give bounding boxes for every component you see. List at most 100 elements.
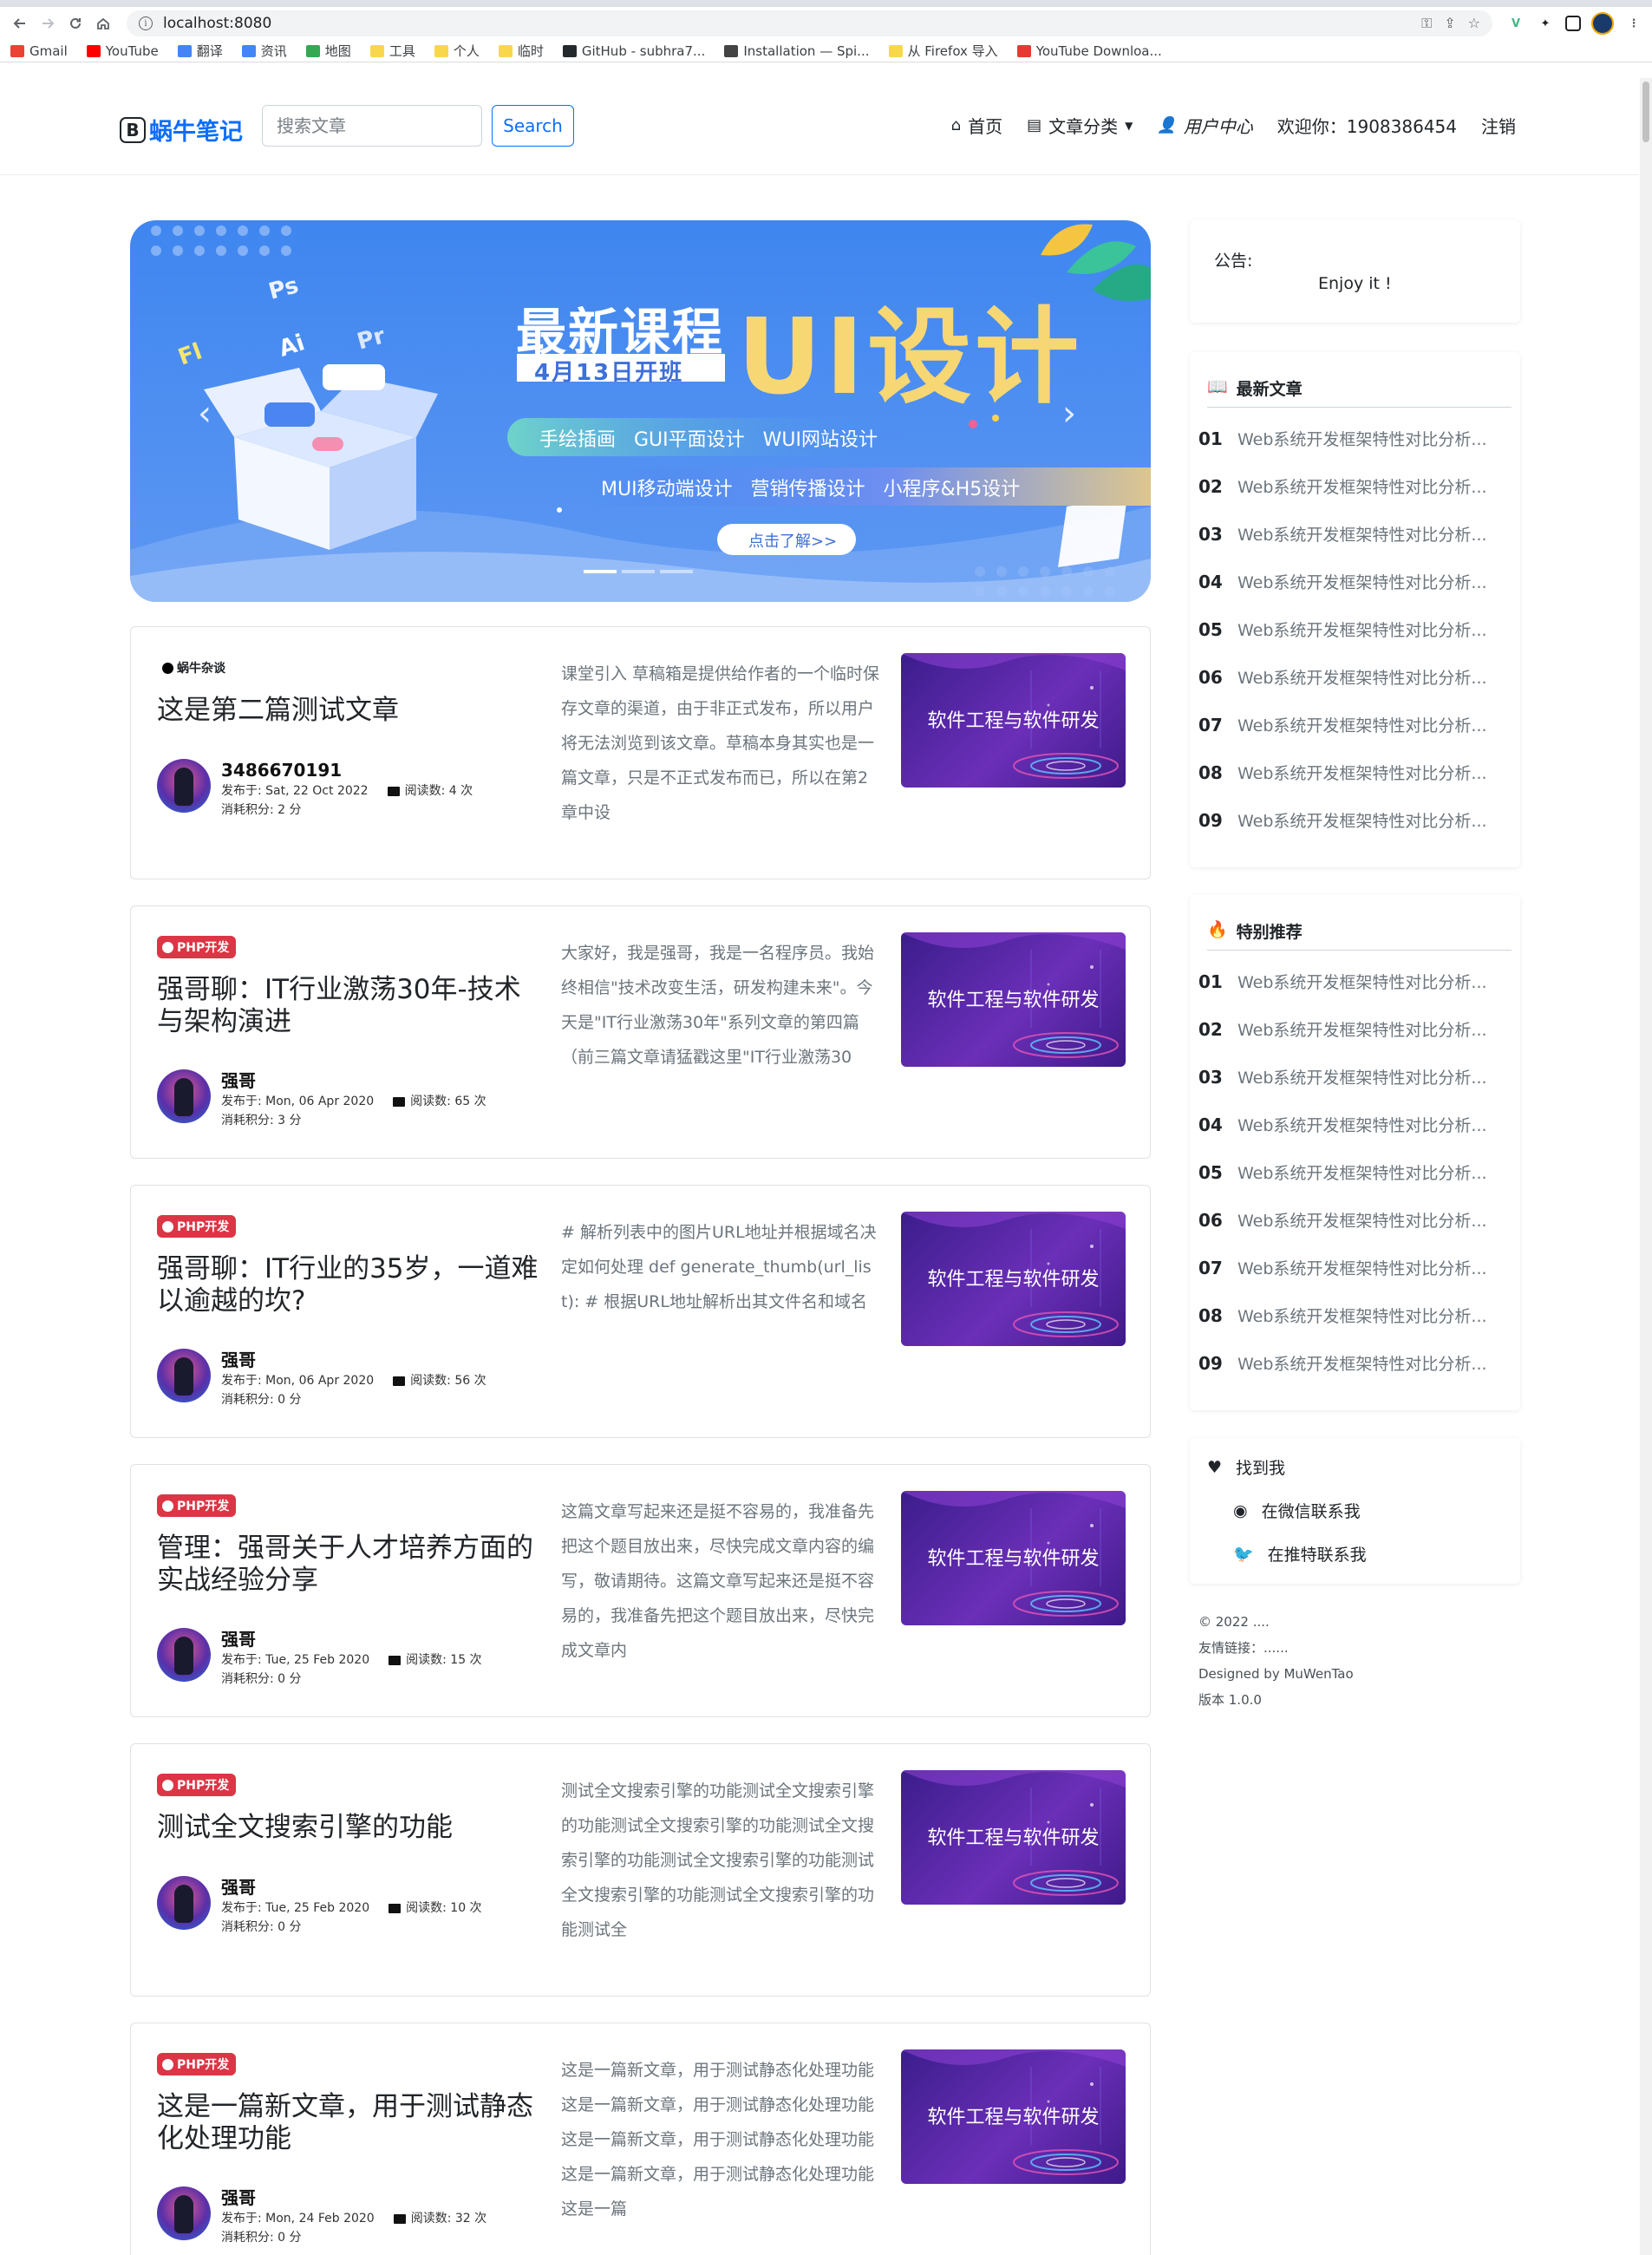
back-icon[interactable] bbox=[9, 12, 31, 35]
site-info-icon[interactable]: i bbox=[139, 16, 153, 30]
carousel-indicator[interactable] bbox=[622, 570, 655, 573]
book-icon bbox=[389, 1655, 402, 1665]
category-badge[interactable]: PHP开发 bbox=[157, 2053, 237, 2075]
bookmark-item[interactable]: 地图 bbox=[305, 42, 351, 60]
share-icon[interactable]: ⇪ bbox=[1444, 15, 1455, 32]
category-badge[interactable]: PHP开发 bbox=[157, 1494, 237, 1517]
bookmark-item[interactable]: 翻译 bbox=[177, 42, 223, 60]
category-badge[interactable]: 蜗牛杂谈 bbox=[157, 657, 232, 679]
bookmark-item[interactable]: YouTube Downloa... bbox=[1016, 43, 1162, 59]
house-icon: ⌂ bbox=[950, 116, 962, 134]
article-title[interactable]: 这是一篇新文章，用于测试静态化处理功能 bbox=[157, 2091, 547, 2155]
key-icon[interactable]: ⚿ bbox=[1421, 15, 1432, 32]
banner-date-ribbon: 4月13日开班 bbox=[534, 360, 684, 386]
article-card[interactable]: PHP开发 强哥聊：IT行业激荡30年-技术与架构演进 强哥 发布于: Mon,… bbox=[130, 905, 1151, 1159]
bookmark-item[interactable]: YouTube bbox=[86, 43, 159, 59]
footer-designed-by: Designed by MuWenTao bbox=[1198, 1666, 1354, 1682]
author-name: 强哥 bbox=[221, 1350, 256, 1370]
article-title[interactable]: 强哥聊：IT行业的35岁，一道难以逾越的坎? bbox=[157, 1253, 547, 1317]
search-input[interactable] bbox=[262, 105, 482, 147]
bookmark-item[interactable]: Gmail bbox=[10, 43, 68, 59]
address-bar[interactable]: i localhost:8080 ⚿ ⇪ ☆ bbox=[127, 10, 1492, 36]
sidebar-article-item[interactable]: 03 Web系统开发框架特性对比分析... bbox=[1198, 1053, 1512, 1101]
article-thumbnail[interactable]: 软件工程与软件研发 bbox=[901, 932, 1126, 1067]
category-badge[interactable]: PHP开发 bbox=[157, 1774, 237, 1796]
bookmark-item[interactable]: 从 Firefox 导入 bbox=[888, 42, 998, 60]
footer-links[interactable]: 友情链接：...... bbox=[1198, 1635, 1354, 1661]
sidebar-article-item[interactable]: 06 Web系统开发框架特性对比分析... bbox=[1198, 653, 1512, 701]
nav-user-center[interactable]: 👤 用户中心 bbox=[1157, 113, 1252, 138]
carousel-prev-icon[interactable]: ‹ bbox=[198, 394, 212, 434]
sidebar-article-item[interactable]: 02 Web系统开发框架特性对比分析... bbox=[1198, 1005, 1512, 1053]
bookmark-item[interactable]: Installation — Spi... bbox=[724, 43, 870, 59]
sidebar-article-item[interactable]: 04 Web系统开发框架特性对比分析... bbox=[1198, 1101, 1512, 1148]
twitter-contact-label: 在推特联系我 bbox=[1267, 1546, 1367, 1565]
category-badge[interactable]: PHP开发 bbox=[157, 1215, 237, 1238]
item-title: Web系统开发框架特性对比分析... bbox=[1237, 669, 1487, 688]
carousel-indicator[interactable] bbox=[660, 570, 693, 573]
banner-carousel[interactable]: 最新课程 UI设计 4月13日开班 手绘插画 GUI平面设计 WUI网站设计 M… bbox=[130, 220, 1151, 602]
bookmark-favicon-icon bbox=[369, 44, 384, 57]
scrollbar-thumb[interactable] bbox=[1642, 82, 1649, 142]
profile-avatar[interactable] bbox=[1591, 12, 1614, 35]
page-scrollbar[interactable] bbox=[1640, 78, 1652, 2255]
sidebar-article-item[interactable]: 05 Web系统开发框架特性对比分析... bbox=[1198, 605, 1512, 653]
sidebar-article-item[interactable]: 03 Web系统开发框架特性对比分析... bbox=[1198, 510, 1512, 558]
item-title: Web系统开发框架特性对比分析... bbox=[1237, 812, 1487, 831]
article-title[interactable]: 强哥聊：IT行业激荡30年-技术与架构演进 bbox=[157, 974, 547, 1038]
sidebar-article-item[interactable]: 08 Web系统开发框架特性对比分析... bbox=[1198, 748, 1512, 796]
article-card[interactable]: 蜗牛杂谈 这是第二篇测试文章 3486670191 发布于: Sat, 22 O… bbox=[130, 626, 1151, 879]
side-panel-icon[interactable] bbox=[1565, 16, 1581, 31]
category-badge[interactable]: PHP开发 bbox=[157, 936, 237, 958]
thumbnail-label: 软件工程与软件研发 bbox=[927, 2107, 1100, 2128]
article-thumbnail[interactable]: 软件工程与软件研发 bbox=[901, 2049, 1126, 2184]
sidebar-article-item[interactable]: 07 Web系统开发框架特性对比分析... bbox=[1198, 701, 1512, 748]
sidebar-article-item[interactable]: 07 Web系统开发框架特性对比分析... bbox=[1198, 1244, 1512, 1291]
nav-logout[interactable]: 注销 bbox=[1481, 113, 1516, 138]
article-thumbnail[interactable]: 软件工程与软件研发 bbox=[901, 1770, 1126, 1905]
sidebar-article-item[interactable]: 05 Web系统开发框架特性对比分析... bbox=[1198, 1148, 1512, 1196]
bookmark-item[interactable]: 资讯 bbox=[241, 42, 287, 60]
article-thumbnail[interactable]: 软件工程与软件研发 bbox=[901, 1491, 1126, 1625]
article-card[interactable]: PHP开发 强哥聊：IT行业的35岁，一道难以逾越的坎? 强哥 发布于: Mon… bbox=[130, 1185, 1151, 1438]
wechat-contact-link[interactable]: ◉ 在微信联系我 bbox=[1233, 1499, 1361, 1522]
nav-home[interactable]: ⌂ 首页 bbox=[951, 113, 1002, 138]
article-thumbnail[interactable]: 软件工程与软件研发 bbox=[901, 1212, 1126, 1346]
sidebar-article-item[interactable]: 09 Web系统开发框架特性对比分析... bbox=[1198, 1339, 1512, 1387]
extensions-icon[interactable]: ✦ bbox=[1536, 14, 1555, 33]
sidebar-article-item[interactable]: 09 Web系统开发框架特性对比分析... bbox=[1198, 796, 1512, 844]
bookmark-favicon-icon bbox=[241, 44, 256, 57]
article-title[interactable]: 测试全文搜索引擎的功能 bbox=[157, 1812, 547, 1844]
bookmark-star-icon[interactable]: ☆ bbox=[1468, 15, 1480, 32]
bookmark-item[interactable]: 临时 bbox=[498, 42, 544, 60]
carousel-next-icon[interactable]: › bbox=[1062, 394, 1076, 434]
article-title[interactable]: 这是第二篇测试文章 bbox=[157, 695, 547, 727]
sidebar-article-item[interactable]: 02 Web系统开发框架特性对比分析... bbox=[1198, 462, 1512, 510]
search-button[interactable]: Search bbox=[492, 105, 574, 147]
bookmark-item[interactable]: 个人 bbox=[434, 42, 480, 60]
sidebar-article-item[interactable]: 01 Web系统开发框架特性对比分析... bbox=[1198, 958, 1512, 1005]
home-icon[interactable] bbox=[92, 12, 114, 35]
article-title[interactable]: 管理：强哥关于人才培养方面的实战经验分享 bbox=[157, 1533, 547, 1597]
sidebar-article-item[interactable]: 06 Web系统开发框架特性对比分析... bbox=[1198, 1196, 1512, 1244]
forward-icon[interactable] bbox=[36, 12, 59, 35]
browser-tabstrip bbox=[0, 0, 1652, 7]
bookmark-item[interactable]: GitHub - subhra7... bbox=[562, 43, 705, 59]
vue-devtools-icon[interactable]: V bbox=[1506, 14, 1525, 33]
sidebar-article-item[interactable]: 04 Web系统开发框架特性对比分析... bbox=[1198, 558, 1512, 605]
sidebar-article-item[interactable]: 08 Web系统开发框架特性对比分析... bbox=[1198, 1291, 1512, 1339]
banner-cta[interactable]: 点击了解>> bbox=[748, 529, 837, 552]
brand-logo[interactable]: B 蜗牛笔记 bbox=[120, 113, 243, 147]
article-card[interactable]: PHP开发 管理：强哥关于人才培养方面的实战经验分享 强哥 发布于: Tue, … bbox=[130, 1464, 1151, 1717]
carousel-indicator[interactable] bbox=[584, 570, 617, 573]
article-thumbnail[interactable]: 软件工程与软件研发 bbox=[901, 653, 1126, 788]
menu-icon[interactable]: ⋮ bbox=[1624, 14, 1643, 33]
twitter-contact-link[interactable]: 🐦 在推特联系我 bbox=[1233, 1542, 1367, 1565]
nav-categories-dropdown[interactable]: ▤ 文章分类 ▼ bbox=[1027, 113, 1133, 138]
reload-icon[interactable] bbox=[64, 12, 87, 35]
article-card[interactable]: PHP开发 这是一篇新文章，用于测试静态化处理功能 强哥 发布于: Mon, 2… bbox=[130, 2023, 1151, 2255]
bookmark-item[interactable]: 工具 bbox=[369, 42, 415, 60]
article-card[interactable]: PHP开发 测试全文搜索引擎的功能 强哥 发布于: Tue, 25 Feb 20… bbox=[130, 1743, 1151, 1997]
sidebar-article-item[interactable]: 01 Web系统开发框架特性对比分析... bbox=[1198, 415, 1512, 462]
article-summary: 大家好，我是强哥，我是一名程序员。我始终相信"技术改变生活，研发构建未来"。今天… bbox=[561, 944, 875, 1067]
